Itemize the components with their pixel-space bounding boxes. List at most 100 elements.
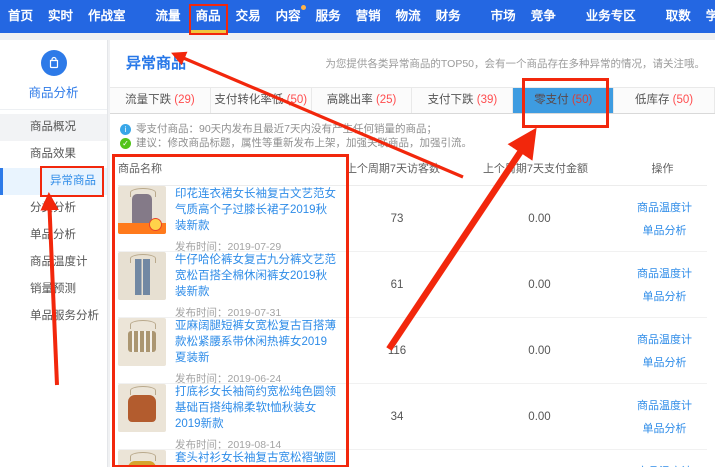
top-nav: 首页 实时 作战室 流量 商品 交易 内容 服务 营销 物流 财务 市场 竞争 … bbox=[0, 0, 715, 33]
page-title: 异常商品 bbox=[126, 52, 186, 73]
abnormal-goods-table: 商品名称 上个周期7天访客数 上个周期7天支付金额 操作 印花连衣裙女长袖复古文… bbox=[118, 160, 707, 467]
tab-low-conversion[interactable]: 支付转化率低 (50) bbox=[211, 88, 312, 113]
visitors-value: 34 bbox=[337, 411, 457, 423]
annotation-box-tab-zero-payment bbox=[522, 78, 609, 128]
tab-high-bounce[interactable]: 高跳出率 (25) bbox=[312, 88, 413, 113]
page-note: 为您提供各类异常商品的TOP50，会有一个商品存在多种异常的情况，请关注哦。 bbox=[325, 52, 705, 71]
tab-count: (50) bbox=[287, 94, 307, 106]
check-icon: ✓ bbox=[120, 138, 131, 149]
tab-label: 支付下跌 bbox=[428, 94, 474, 106]
nav-item-service[interactable]: 服务 bbox=[316, 0, 341, 33]
new-badge bbox=[301, 5, 306, 10]
action-analysis-link[interactable]: 单品分析 bbox=[643, 288, 687, 304]
table-row: 牛仔哈伦裤女复古九分裤文艺范宽松百搭全棉休闲裤女2019秋装新款 发布时间：20… bbox=[118, 252, 707, 318]
action-analysis-link[interactable]: 单品分析 bbox=[643, 222, 687, 238]
nav-item-academy[interactable]: 学院 bbox=[706, 0, 715, 33]
sidebar-item-single-item-service[interactable]: 单品服务分析 bbox=[0, 303, 107, 330]
notices: i 零支付商品：90天内发布且最近7天内没有产生任何销量的商品； ✓ 建议：修改… bbox=[120, 123, 715, 150]
sidebar-item-goods-effect[interactable]: 商品效果 bbox=[0, 141, 107, 168]
product-thumbnail[interactable] bbox=[118, 252, 166, 300]
nav-item-trade[interactable]: 交易 bbox=[236, 0, 261, 33]
sidebar-item-single-item-analysis[interactable]: 单品分析 bbox=[0, 222, 107, 249]
product-thumbnail[interactable] bbox=[118, 318, 166, 366]
visitors-value: 73 bbox=[337, 213, 457, 225]
product-thumbnail[interactable] bbox=[118, 384, 166, 432]
tab-zero-payment[interactable]: 零支付 (50) bbox=[513, 88, 614, 113]
table-header: 商品名称 上个周期7天访客数 上个周期7天支付金额 操作 bbox=[118, 160, 707, 186]
main-content: 异常商品 为您提供各类异常商品的TOP50，会有一个商品存在多种异常的情况，请关… bbox=[110, 40, 715, 467]
col-header-visitors: 上个周期7天访客数 bbox=[333, 160, 453, 176]
action-thermometer-link[interactable]: 商品温度计 bbox=[637, 265, 692, 281]
tab-low-stock[interactable]: 低库存 (50) bbox=[614, 88, 715, 113]
nav-item-contents[interactable]: 内容 bbox=[276, 0, 301, 33]
nav-item-realtime[interactable]: 实时 bbox=[48, 0, 73, 33]
nav-item-traffic[interactable]: 流量 bbox=[156, 0, 181, 33]
action-thermometer-link[interactable]: 商品温度计 bbox=[637, 199, 692, 215]
visitors-value: 61 bbox=[337, 279, 457, 291]
col-header-product-name: 商品名称 bbox=[118, 160, 333, 176]
tab-label: 流量下跌 bbox=[125, 94, 171, 106]
tab-traffic-drop[interactable]: 流量下跌 (29) bbox=[110, 88, 211, 113]
action-thermometer-link[interactable]: 商品温度计 bbox=[637, 463, 692, 467]
visitors-value: 116 bbox=[337, 345, 457, 357]
nav-item-market[interactable]: 市场 bbox=[491, 0, 516, 33]
sidebar-item-category-analysis[interactable]: 分类分析 bbox=[0, 195, 107, 222]
tab-count: (25) bbox=[376, 94, 396, 106]
product-title-link[interactable]: 套头衬衫女长袖复古宽松褶皱圆领百搭休闲体恤上衣女2019秋装新款 bbox=[175, 450, 337, 467]
nav-item-finance[interactable]: 财务 bbox=[436, 0, 461, 33]
app-window: 首页 实时 作战室 流量 商品 交易 内容 服务 营销 物流 财务 市场 竞争 … bbox=[0, 0, 715, 467]
sidebar-item-abnormal-goods[interactable]: 异常商品 bbox=[0, 168, 107, 195]
nav-item-home[interactable]: 首页 bbox=[8, 0, 33, 33]
action-thermometer-link[interactable]: 商品温度计 bbox=[637, 331, 692, 347]
nav-item-logistics[interactable]: 物流 bbox=[396, 0, 421, 33]
annotation-box-nav-goods bbox=[189, 4, 228, 35]
garment-shape bbox=[128, 331, 156, 352]
table-row: 亚麻阔腿短裤女宽松复古百搭薄款松紧腰系带休闲热裤女2019夏装新 发布时间：20… bbox=[118, 318, 707, 384]
tab-payment-drop[interactable]: 支付下跌 (39) bbox=[412, 88, 513, 113]
sidebar-item-sales-forecast[interactable]: 销量预测 bbox=[0, 276, 107, 303]
info-icon: i bbox=[120, 124, 131, 135]
notice-text: 零支付商品：90天内发布且最近7天内没有产生任何销量的商品； bbox=[136, 123, 437, 136]
goods-analysis-icon bbox=[41, 50, 67, 76]
annotation-box-sidebar-abnormal bbox=[40, 166, 104, 197]
product-thumbnail[interactable] bbox=[118, 450, 166, 467]
nav-item-business-zone[interactable]: 业务专区 bbox=[586, 0, 636, 33]
tab-label: 高跳出率 bbox=[327, 94, 373, 106]
product-title-link[interactable]: 印花连衣裙女长袖复古文艺范女气质高个子过膝长裙子2019秋装新款 bbox=[175, 186, 337, 234]
garment-shape bbox=[128, 395, 156, 422]
sidebar-menu: 商品概况 商品效果 异常商品 分类分析 单品分析 商品温度计 销量预测 单品服务… bbox=[0, 110, 107, 330]
tab-count: (50) bbox=[673, 94, 693, 106]
garment-shape bbox=[135, 259, 150, 295]
nav-item-contents-label: 内容 bbox=[276, 9, 301, 23]
product-thumbnail[interactable] bbox=[118, 186, 166, 234]
sidebar-item-goods-thermometer[interactable]: 商品温度计 bbox=[0, 249, 107, 276]
product-title-link[interactable]: 亚麻阔腿短裤女宽松复古百搭薄款松紧腰系带休闲热裤女2019夏装新 bbox=[175, 318, 337, 366]
product-title-link[interactable]: 牛仔哈伦裤女复古九分裤文艺范宽松百搭全棉休闲裤女2019秋装新款 bbox=[175, 252, 337, 300]
notice-text: 建议：修改商品标题，属性等重新发布上架，加强关联商品，加强引流。 bbox=[136, 137, 472, 150]
promo-badge bbox=[118, 223, 166, 234]
table-row: 套头衬衫女长袖复古宽松褶皱圆领百搭休闲体恤上衣女2019秋装新款 发布时间：20… bbox=[118, 450, 707, 467]
nav-item-marketing[interactable]: 营销 bbox=[356, 0, 381, 33]
sidebar-item-goods-overview[interactable]: 商品概况 bbox=[0, 114, 107, 141]
notice-definition: i 零支付商品：90天内发布且最近7天内没有产生任何销量的商品； bbox=[120, 123, 715, 136]
action-analysis-link[interactable]: 单品分析 bbox=[643, 354, 687, 370]
notice-suggestion: ✓ 建议：修改商品标题，属性等重新发布上架，加强关联商品，加强引流。 bbox=[120, 137, 715, 150]
sidebar-header: 商品分析 bbox=[0, 40, 107, 110]
payment-value: 0.00 bbox=[457, 411, 622, 423]
garment-shape bbox=[128, 461, 156, 467]
action-thermometer-link[interactable]: 商品温度计 bbox=[637, 397, 692, 413]
table-row: 打底衫女长袖简约宽松纯色圆领基础百搭纯棉柔软t恤秋装女2019新款 发布时间：2… bbox=[118, 384, 707, 450]
tab-label: 低库存 bbox=[635, 94, 670, 106]
sidebar-section-title: 商品分析 bbox=[0, 82, 107, 101]
payment-value: 0.00 bbox=[457, 279, 622, 291]
product-title-link[interactable]: 打底衫女长袖简约宽松纯色圆领基础百搭纯棉柔软t恤秋装女2019新款 bbox=[175, 384, 337, 432]
action-analysis-link[interactable]: 单品分析 bbox=[643, 420, 687, 436]
tab-count: (29) bbox=[174, 94, 194, 106]
nav-item-competition[interactable]: 竞争 bbox=[531, 0, 556, 33]
tab-bar: 流量下跌 (29) 支付转化率低 (50) 高跳出率 (25) 支付下跌 (39… bbox=[110, 87, 715, 114]
nav-item-data-fetch[interactable]: 取数 bbox=[666, 0, 691, 33]
tab-label: 支付转化率低 bbox=[214, 94, 283, 106]
payment-value: 0.00 bbox=[457, 345, 622, 357]
nav-item-goods[interactable]: 商品 bbox=[196, 0, 221, 33]
nav-item-warroom[interactable]: 作战室 bbox=[88, 0, 126, 33]
